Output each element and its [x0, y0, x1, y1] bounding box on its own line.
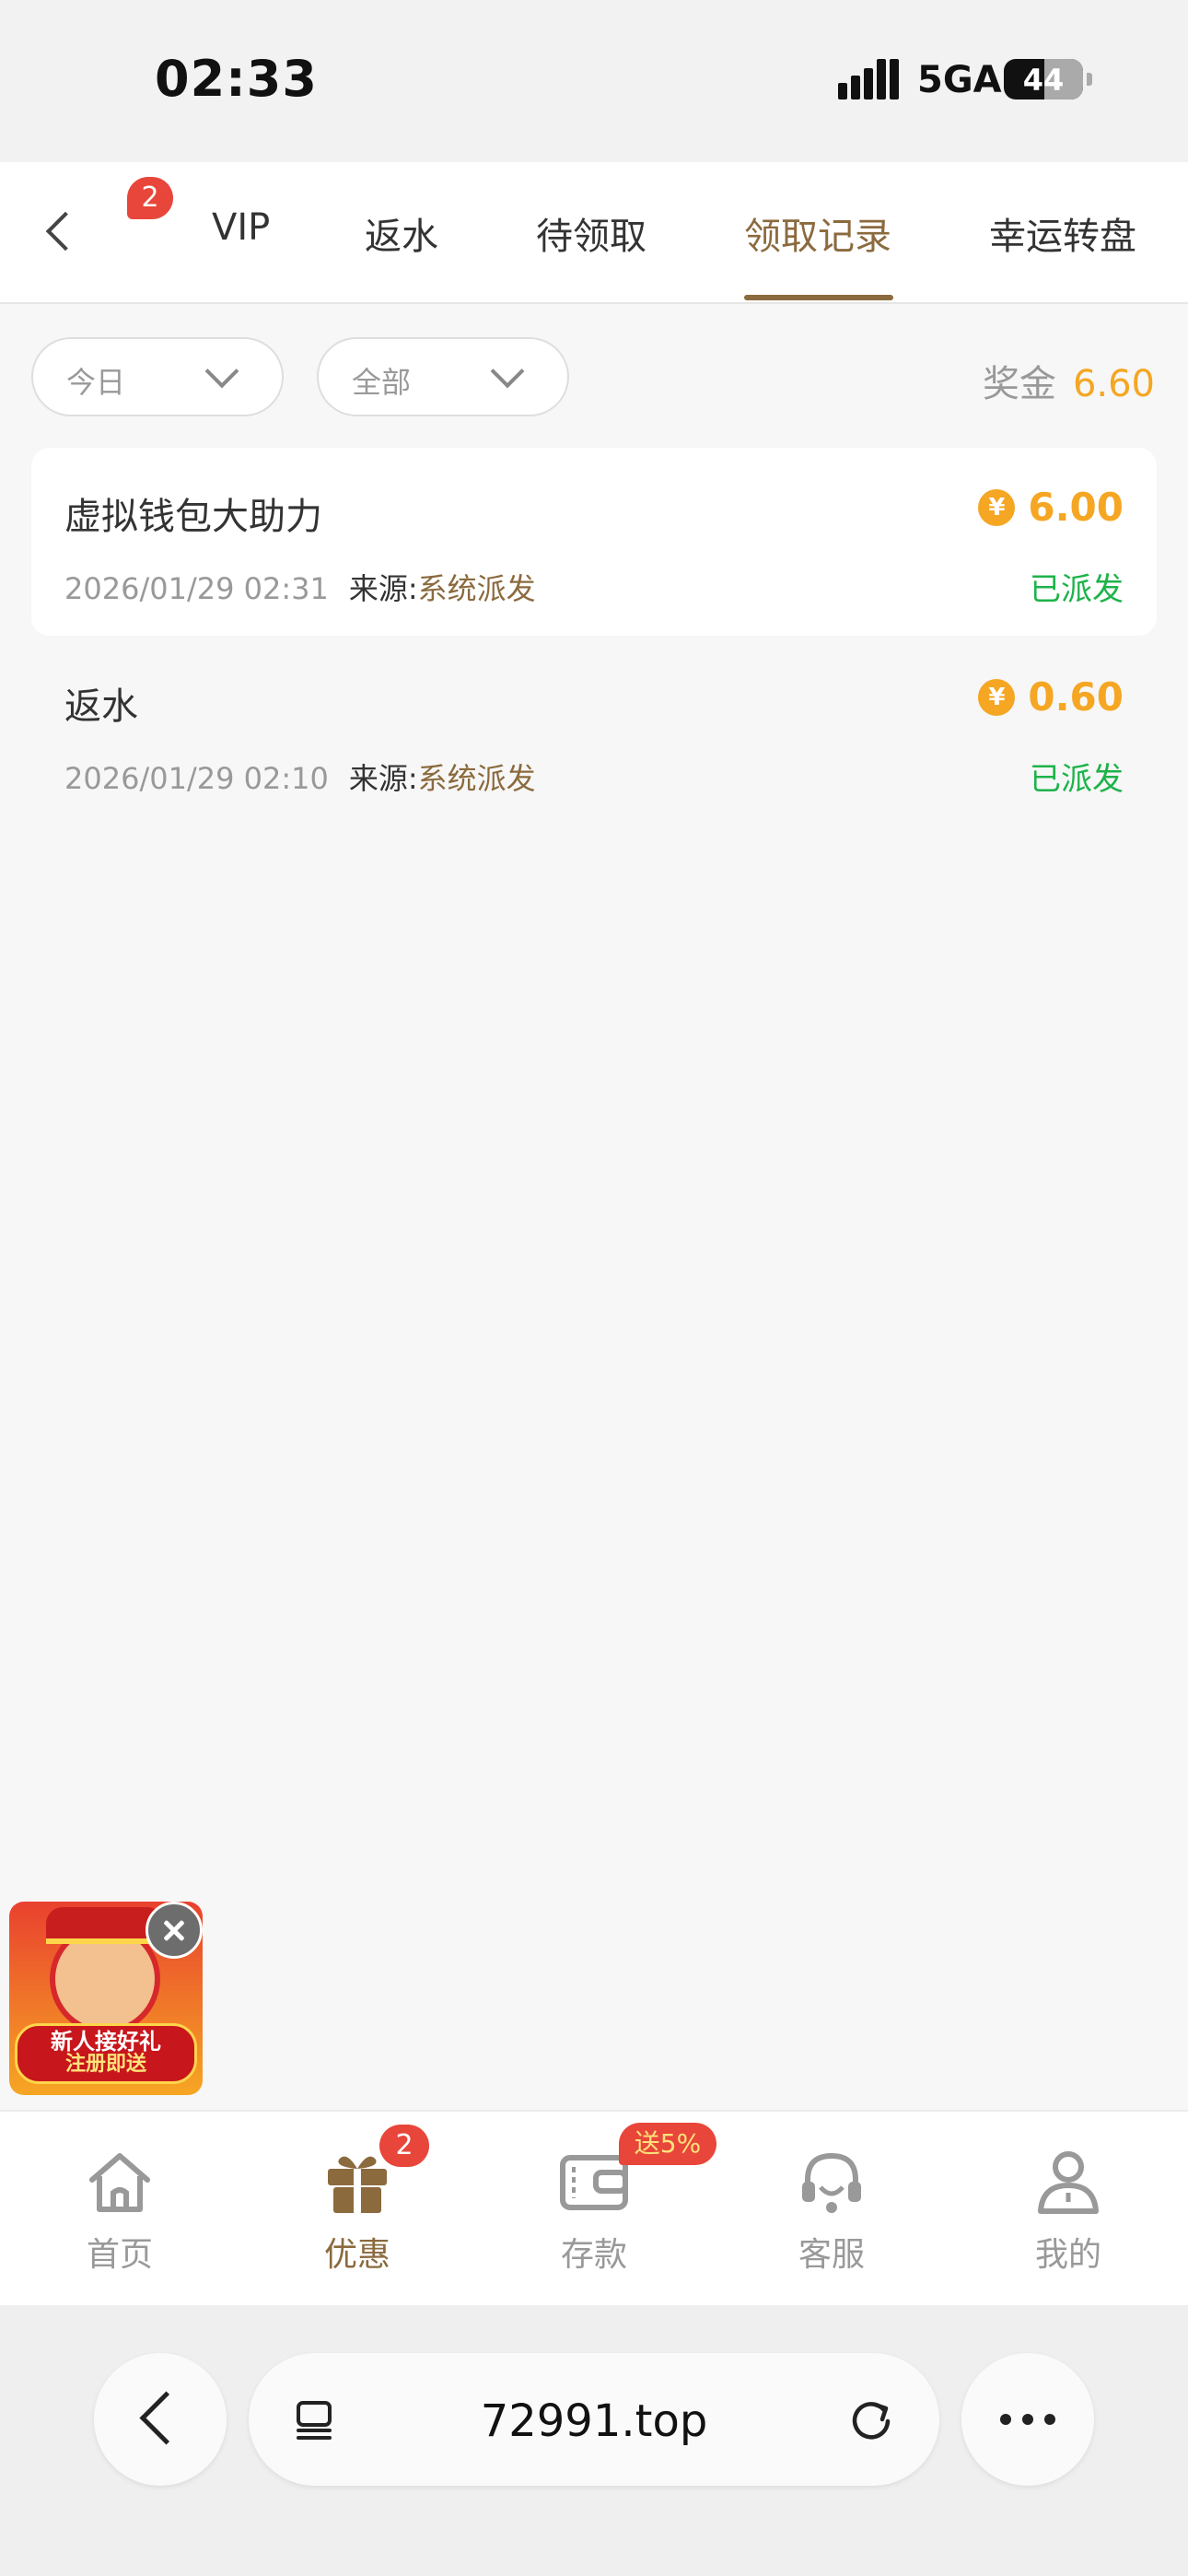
record-meta: 2026/01/29 02:31 来源:系统派发 — [64, 566, 536, 608]
record-amount: ¥ 6.00 — [978, 485, 1124, 530]
bottom-tab-bar: 首页 优惠 2 存款 送5% 客服 我的 — [0, 2110, 1188, 2305]
tab-vip[interactable]: VIP — [212, 206, 270, 249]
status-bar: 02:33 5GA 44 — [0, 0, 1188, 162]
battery-icon: 44 — [1004, 59, 1083, 100]
record-status: 已派发 — [1030, 571, 1124, 608]
browser-back-button[interactable] — [94, 2353, 227, 2486]
battery-cap — [1087, 73, 1092, 86]
tab-lucky-wheel[interactable]: 幸运转盘 — [989, 206, 1136, 260]
network-label: 5GA — [917, 59, 1002, 101]
tabbar-item-home[interactable]: 首页 — [46, 2145, 193, 2283]
status-time: 02:33 — [155, 50, 318, 108]
browser-toolbar: 72991.top — [0, 2305, 1188, 2576]
record-item: 返水 ¥ 0.60 2026/01/29 02:10 来源:系统派发 已派发 — [31, 638, 1157, 825]
record-status: 已派发 — [1030, 761, 1124, 798]
coin-icon: ¥ — [978, 488, 1016, 526]
tabbar-label: 客服 — [798, 2236, 865, 2274]
promo-ribbon: 新人接好礼 注册即送 — [15, 2023, 197, 2084]
amount-value: 0.60 — [1028, 674, 1124, 720]
close-icon[interactable] — [146, 1902, 203, 1959]
signal-icon — [838, 59, 899, 100]
headset-icon — [802, 2152, 861, 2213]
more-dot — [1000, 2414, 1011, 2425]
category-filter-label: 全部 — [352, 365, 412, 400]
address-bar[interactable]: 72991.top — [249, 2353, 939, 2486]
record-meta: 2026/01/29 02:10 来源:系统派发 — [64, 755, 536, 798]
chevron-down-icon — [204, 354, 239, 389]
bonus-value: 6.60 — [1072, 363, 1155, 405]
tabbar-item-support[interactable]: 客服 — [758, 2145, 905, 2283]
tabbar-label: 优惠 — [323, 2236, 390, 2274]
user-icon — [1038, 2151, 1099, 2214]
app-root: 02:33 5GA 44 2 VIP 返水 待领取 领取记录 幸运转盘 今日 全… — [0, 0, 1188, 2576]
record-amount: ¥ 0.60 — [978, 674, 1124, 720]
tab-pending[interactable]: 待领取 — [536, 206, 646, 260]
source-label: 来源: — [348, 571, 418, 606]
url-text: 72991.top — [480, 2395, 708, 2447]
bonus-label: 奖金 — [982, 363, 1056, 405]
active-tab-indicator — [744, 295, 893, 300]
chevron-down-icon — [490, 354, 525, 389]
battery-level: 44 — [1022, 63, 1065, 98]
tabbar-label: 存款 — [560, 2236, 627, 2274]
tabbar-item-deposit[interactable]: 存款 — [520, 2145, 668, 2283]
amount-value: 6.00 — [1028, 485, 1124, 530]
record-title: 虚拟钱包大助力 — [64, 496, 322, 538]
source-value: 系统派发 — [417, 761, 536, 796]
record-date: 2026/01/29 02:10 — [64, 761, 329, 796]
source-value: 系统派发 — [417, 571, 536, 606]
tabbar-label: 首页 — [86, 2236, 153, 2274]
top-tab-nav: 2 VIP 返水 待领取 领取记录 幸运转盘 — [0, 162, 1188, 304]
back-button[interactable] — [33, 206, 88, 262]
deposit-bonus-tag: 送5% — [619, 2123, 716, 2165]
promo-float-banner[interactable]: 新人接好礼 注册即送 — [9, 1902, 203, 2095]
promo-count-badge: 2 — [379, 2125, 429, 2167]
home-icon — [89, 2153, 150, 2212]
more-options-button[interactable] — [961, 2353, 1094, 2486]
bonus-total: 奖金 6.60 — [983, 354, 1155, 407]
date-filter-dropdown[interactable]: 今日 — [31, 337, 284, 416]
tab-rebate[interactable]: 返水 — [365, 206, 438, 260]
tabbar-label: 我的 — [1034, 2236, 1101, 2274]
tab-claim-history[interactable]: 领取记录 — [744, 206, 891, 260]
date-filter-label: 今日 — [66, 365, 126, 400]
more-dot — [1022, 2414, 1033, 2425]
category-filter-dropdown[interactable]: 全部 — [317, 337, 569, 416]
record-date: 2026/01/29 02:31 — [64, 571, 329, 606]
record-item: 虚拟钱包大助力 ¥ 6.00 2026/01/29 02:31 来源:系统派发 已… — [31, 448, 1157, 636]
source-label: 来源: — [348, 761, 418, 796]
record-title: 返水 — [64, 685, 138, 728]
tab-badge: 2 — [127, 177, 173, 219]
promo-line2: 注册即送 — [64, 2053, 146, 2077]
reload-icon[interactable] — [847, 2395, 895, 2443]
coin-icon: ¥ — [978, 678, 1016, 716]
promo-line1: 新人接好礼 — [51, 2029, 161, 2055]
more-dot — [1044, 2414, 1055, 2425]
tabbar-item-profile[interactable]: 我的 — [995, 2145, 1142, 2283]
